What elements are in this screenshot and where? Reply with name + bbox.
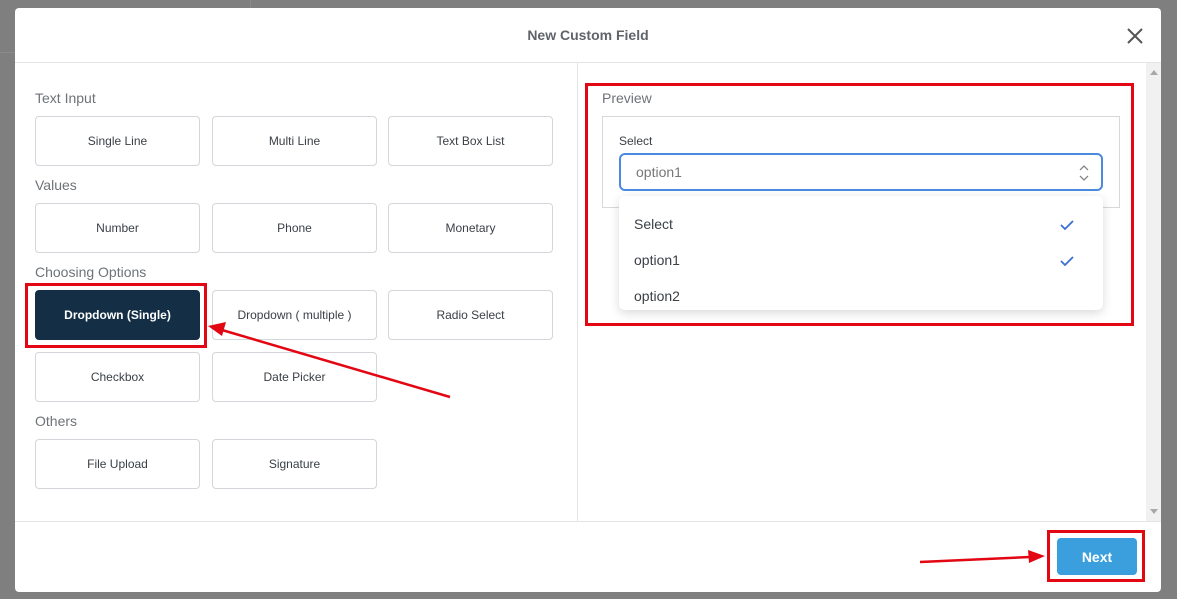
annotation-arrows xyxy=(208,322,1045,564)
arrow-icon xyxy=(208,322,451,399)
arrow-icon xyxy=(919,550,1045,564)
